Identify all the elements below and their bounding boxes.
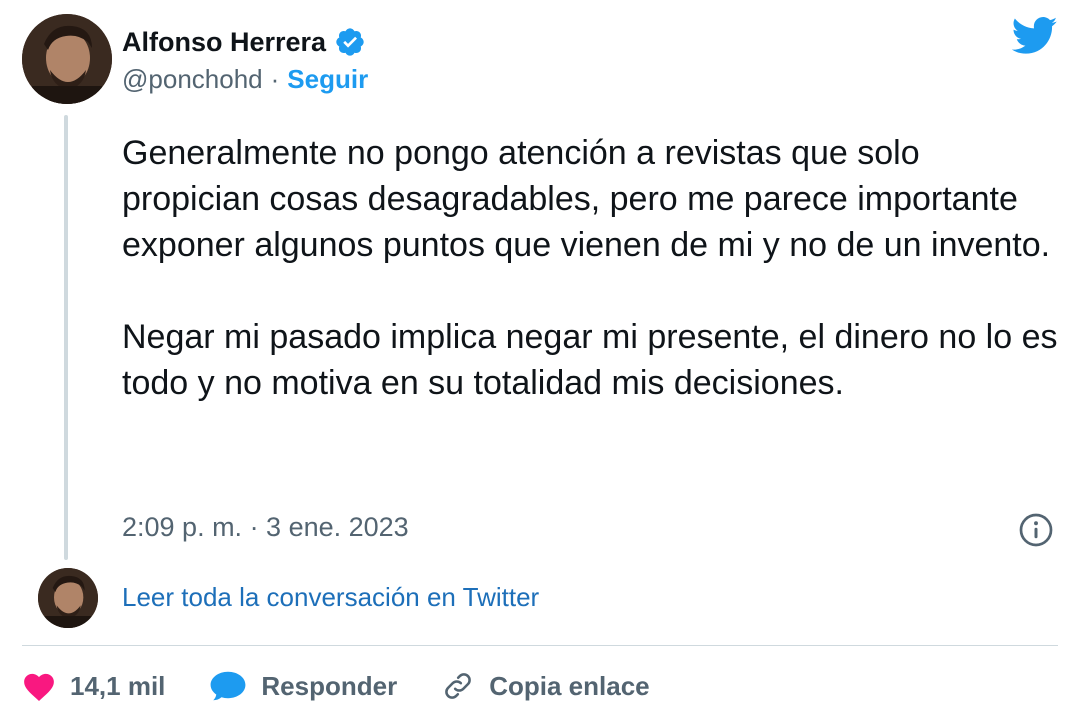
- like-button[interactable]: 14,1 mil: [22, 670, 165, 702]
- copy-link-button[interactable]: Copia enlace: [441, 669, 650, 703]
- action-bar: 14,1 mil Responder Copia enlace: [22, 662, 694, 710]
- copy-link-label: Copia enlace: [489, 670, 650, 701]
- divider: [22, 645, 1058, 646]
- tweet-timestamp[interactable]: 2:09 p. m. · 3 ene. 2023: [122, 512, 409, 543]
- thread-line: [64, 115, 68, 560]
- tweet-text: Generalmente no pongo atención a revista…: [122, 134, 1058, 402]
- reply-label: Responder: [261, 670, 398, 701]
- speech-bubble-icon: [210, 671, 246, 701]
- read-conversation-link[interactable]: Leer toda la conversación en Twitter: [122, 582, 539, 613]
- author-avatar[interactable]: [22, 14, 112, 104]
- info-icon[interactable]: [1018, 512, 1054, 548]
- author-handle[interactable]: @ponchohd: [122, 64, 263, 95]
- author-name[interactable]: Alfonso Herrera: [122, 27, 326, 58]
- verified-badge-icon: [336, 28, 364, 56]
- twitter-bird-icon[interactable]: [1012, 16, 1058, 56]
- link-icon: [445, 673, 472, 699]
- avatar-image: [22, 14, 112, 104]
- author-name-row: Alfonso Herrera: [122, 26, 366, 58]
- author-handle-row: @ponchohd · Seguir: [122, 64, 368, 95]
- like-count: 14,1 mil: [70, 670, 166, 701]
- avatar-image: [38, 568, 98, 628]
- heart-icon: [24, 673, 54, 702]
- separator-dot: ·: [270, 64, 280, 94]
- reply-button[interactable]: Responder: [209, 670, 397, 702]
- conversation-avatar[interactable]: [38, 568, 98, 628]
- follow-button[interactable]: Seguir: [287, 64, 368, 95]
